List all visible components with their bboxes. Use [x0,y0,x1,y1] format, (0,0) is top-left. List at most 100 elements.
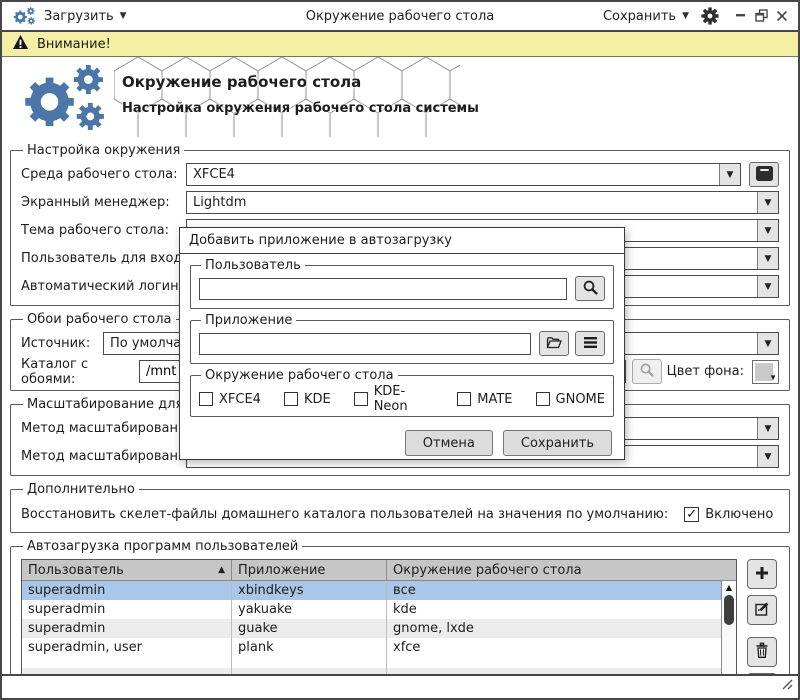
dialog-app-menu-button[interactable] [575,331,605,356]
close-button[interactable] [776,7,788,26]
scaling-method-1-label: Метод масштабирования [21,421,186,436]
chevron-down-icon[interactable]: ▼ [757,192,778,213]
wallpaper-source-label: Источник: [21,336,103,351]
desktop-env-package-button[interactable] [749,162,779,187]
column-header-env[interactable]: Окружение рабочего стола [387,560,736,580]
cancel-button[interactable]: Отмена [405,430,493,456]
checkbox-box[interactable] [284,392,298,406]
checkbox-box[interactable] [536,392,550,406]
checkbox-mate[interactable]: MATE [457,392,512,407]
desktop-env-combobox[interactable]: XFCE4 ▼ [186,163,741,186]
add-autostart-dialog: Добавить приложение в автозагрузку Польз… [179,227,625,460]
chevron-down-icon[interactable]: ▼ [757,446,778,467]
display-manager-combobox[interactable]: Lightdm ▼ [186,191,779,214]
table-row[interactable]: superadmin, user plank xfce [22,638,736,657]
chevron-down-icon[interactable]: ▼ [757,418,778,439]
app-gears-icon [12,4,38,28]
chevron-down-icon[interactable]: ▼ [757,333,778,354]
minimize-button[interactable] [735,7,747,26]
table-scrollbar[interactable]: ▲ ▼ [721,581,736,688]
save-button[interactable]: Сохранить [503,430,612,456]
scrollbar-thumb[interactable] [724,595,734,625]
chevron-down-icon[interactable]: ▼ [719,164,740,185]
column-header-user[interactable]: Пользователь ▲ [22,560,232,580]
load-dropdown-button[interactable]: Загрузить ▼ [44,9,127,24]
folder-open-icon [545,335,563,353]
skel-files-checkbox-label: Включено [705,507,773,522]
display-manager-value: Lightdm [187,195,246,210]
dialog-user-group: Пользователь [190,258,614,309]
page-subtitle: Настройка окружения рабочего стола систе… [122,101,479,116]
table-row[interactable]: superadmin guake gnome, lxde [22,619,736,638]
table-row[interactable]: superadmin xbindkeys все [22,581,736,600]
package-box-icon [755,165,774,185]
checkbox-kde-neon[interactable]: KDE-Neon [354,384,435,414]
chevron-down-icon: ▼ [769,373,777,382]
delete-entry-button[interactable] [747,637,777,667]
window-title: Окружение рабочего стола [306,9,495,24]
dialog-app-browse-button[interactable] [539,331,569,356]
table-header-row: Пользователь ▲ Приложение Окружение рабо… [22,560,736,581]
trash-icon [754,642,770,662]
plus-icon [754,565,770,584]
save-dropdown-button[interactable]: Сохранить ▼ [603,9,689,24]
wallpaper-dir-search-button[interactable] [632,359,662,384]
dialog-env-group: Окружение рабочего стола XFCE4 KDE KDE-N… [190,368,614,417]
status-bar [2,674,798,698]
hamburger-menu-icon [583,336,598,352]
bg-color-picker-button[interactable]: ▼ [752,360,779,384]
scaling-method-2-label: Метод масштабирования [21,449,186,464]
settings-gear-icon[interactable] [701,7,719,25]
checkbox-kde[interactable]: KDE [284,392,331,407]
dialog-app-input[interactable] [199,333,531,355]
table-empty-row [22,657,736,668]
additional-legend: Дополнительно [23,482,139,497]
dialog-env-legend: Окружение рабочего стола [201,368,398,383]
dialog-user-input[interactable] [199,278,567,300]
chevron-down-icon[interactable]: ▼ [757,248,778,269]
app-logo-gears-icon [18,65,116,135]
warning-text: Внимание! [37,37,111,52]
desktop-theme-label: Тема рабочего стола: [21,223,186,238]
autologin-label: Автоматический логин пол [21,279,186,294]
checkbox-gnome[interactable]: GNOME [536,392,605,407]
checkbox-box[interactable] [354,392,368,406]
warning-triangle-icon [12,34,29,54]
environment-settings-legend: Настройка окружения [23,143,184,158]
chevron-down-icon: ▼ [120,11,127,21]
dialog-app-legend: Приложение [201,313,296,328]
checkbox-xfce4[interactable]: XFCE4 [199,392,261,407]
table-row[interactable]: superadmin yakuake kde [22,600,736,619]
scroll-up-icon[interactable]: ▲ [722,581,736,593]
additional-group: Дополнительно Восстановить скелет-файлы … [10,482,790,533]
edit-pencil-icon [754,600,771,620]
desktop-env-label: Среда рабочего стола: [21,167,186,182]
autostart-legend: Автозагрузка программ пользователей [23,539,302,554]
dialog-title: Добавить приложение в автозагрузку [180,228,624,254]
dialog-user-search-button[interactable] [575,276,605,301]
skel-files-label: Восстановить скелет-файлы домашнего ката… [21,507,668,522]
edit-entry-button[interactable] [747,595,777,625]
app-header: Окружение рабочего стола Настройка окруж… [2,57,798,137]
wallpaper-legend: Обои рабочего стола [23,312,176,327]
add-entry-button[interactable] [747,559,777,589]
display-manager-label: Экранный менеджер: [21,195,186,210]
save-label: Сохранить [603,9,676,24]
skel-files-checkbox[interactable]: ✓ [684,507,699,522]
check-icon: ✓ [686,508,697,521]
maximize-button[interactable] [755,7,768,26]
dialog-app-group: Приложение [190,313,614,364]
checkbox-box[interactable] [457,392,471,406]
wallpaper-dir-label: Каталог с обоями: [21,357,139,387]
login-user-label: Пользователь для входа [21,251,186,266]
chevron-down-icon[interactable]: ▼ [757,220,778,241]
dialog-user-legend: Пользователь [201,258,305,273]
search-icon [582,279,599,299]
titlebar: Загрузить ▼ Окружение рабочего стола Сох… [2,2,798,32]
autostart-table: Пользователь ▲ Приложение Окружение рабо… [21,559,737,689]
chevron-down-icon[interactable]: ▼ [757,276,778,297]
checkbox-box[interactable] [199,392,213,406]
column-header-app[interactable]: Приложение [232,560,387,580]
app-window: Загрузить ▼ Окружение рабочего стола Сох… [0,0,800,700]
resize-grip[interactable] [780,675,793,694]
